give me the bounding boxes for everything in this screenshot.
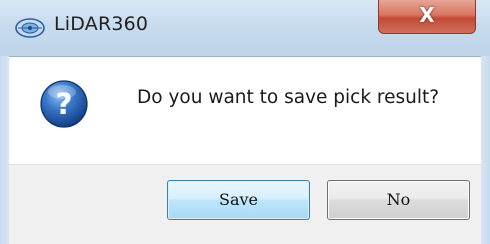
svg-text:?: ? bbox=[56, 87, 73, 121]
window-frame-left bbox=[0, 56, 9, 244]
title-bar[interactable]: LiDAR360 X bbox=[0, 0, 490, 56]
window-title: LiDAR360 bbox=[54, 13, 149, 35]
no-button[interactable]: No bbox=[327, 180, 470, 220]
save-button[interactable]: Save bbox=[167, 180, 310, 220]
close-button[interactable]: X bbox=[378, 0, 476, 34]
window-frame-right bbox=[481, 56, 490, 244]
lidar360-logo-icon bbox=[14, 16, 46, 40]
save-pick-dialog: LiDAR360 X ? Do you want to save pick re… bbox=[0, 0, 490, 244]
dialog-message: Do you want to save pick result? bbox=[137, 87, 440, 108]
question-icon: ? bbox=[39, 79, 89, 129]
dialog-button-bar: Save No bbox=[9, 164, 481, 244]
dialog-content: ? Do you want to save pick result? bbox=[9, 56, 481, 164]
close-icon: X bbox=[419, 3, 435, 27]
